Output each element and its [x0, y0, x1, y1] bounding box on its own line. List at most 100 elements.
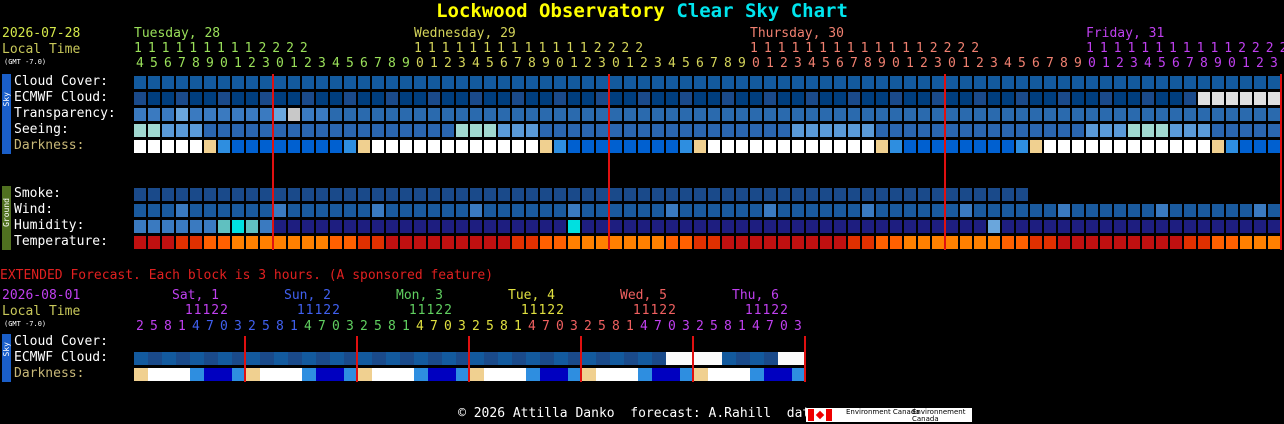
forecast-cell	[1128, 220, 1140, 233]
forecast-cell	[750, 204, 762, 217]
forecast-cell	[274, 108, 286, 121]
forecast-cell	[736, 92, 748, 105]
forecast-cell	[260, 236, 272, 249]
hour-digit: 3	[1130, 56, 1138, 71]
extended-cell	[498, 352, 512, 365]
extended-cell	[204, 352, 218, 365]
forecast-cell	[1100, 204, 1112, 217]
forecast-cell	[1212, 92, 1224, 105]
forecast-cell	[1240, 92, 1252, 105]
forecast-cell	[190, 236, 202, 249]
forecast-cell	[204, 124, 216, 137]
hour-digit: 8	[388, 56, 396, 71]
hour-digit: 5	[822, 56, 830, 71]
forecast-cell	[428, 108, 440, 121]
forecast-cell	[1198, 204, 1210, 217]
forecast-cell	[806, 236, 818, 249]
forecast-cell	[694, 236, 706, 249]
forecast-cell	[1142, 92, 1154, 105]
hour-digit: 1	[626, 56, 634, 71]
hour-digit: 0	[276, 56, 284, 71]
forecast-cell	[1058, 108, 1070, 121]
forecast-cell	[386, 140, 398, 153]
forecast-cell	[344, 236, 356, 249]
extended-midnight-line	[580, 336, 582, 382]
extended-cell	[764, 368, 778, 381]
forecast-cell	[638, 236, 650, 249]
forecast-cell	[946, 188, 958, 201]
forecast-cell	[876, 108, 888, 121]
extended-hour-tens: 11122	[288, 303, 341, 318]
forecast-cell	[666, 204, 678, 217]
forecast-cell	[190, 188, 202, 201]
environment-canada-logo[interactable]: Environment Canada Environnement Canada	[806, 408, 972, 423]
extended-hour-digit: 1	[626, 319, 634, 334]
forecast-cell	[288, 220, 300, 233]
forecast-cell	[1100, 124, 1112, 137]
extended-hour-digit: 5	[374, 319, 382, 334]
forecast-cell	[834, 76, 846, 89]
forecast-cell	[372, 108, 384, 121]
forecast-cell	[806, 220, 818, 233]
hour-digit: 0	[416, 56, 424, 71]
forecast-cell	[1198, 140, 1210, 153]
extended-hour-digit: 0	[444, 319, 452, 334]
forecast-cell	[1184, 124, 1196, 137]
forecast-cell	[162, 236, 174, 249]
extended-hour-digit: 7	[654, 319, 662, 334]
forecast-cell	[1114, 124, 1126, 137]
extended-hour-digit: 3	[794, 319, 802, 334]
forecast-cell	[470, 92, 482, 105]
forecast-cell	[820, 108, 832, 121]
forecast-cell	[316, 236, 328, 249]
forecast-cell	[218, 188, 230, 201]
hour-digit: 2	[780, 56, 788, 71]
forecast-cell	[876, 76, 888, 89]
forecast-cell	[512, 140, 524, 153]
extended-cell	[708, 352, 722, 365]
extended-cell	[162, 368, 176, 381]
forecast-cell	[792, 124, 804, 137]
forecast-cell	[862, 108, 874, 121]
forecast-cell	[274, 188, 286, 201]
forecast-cell	[316, 204, 328, 217]
forecast-cell	[960, 92, 972, 105]
forecast-cell	[904, 188, 916, 201]
hour-digit: 3	[990, 56, 998, 71]
forecast-cell	[652, 124, 664, 137]
forecast-cell	[330, 236, 342, 249]
hour-digit: 0	[752, 56, 760, 71]
forecast-cell	[358, 220, 370, 233]
forecast-cell	[134, 140, 146, 153]
forecast-cell	[1058, 124, 1070, 137]
forecast-cell	[512, 188, 524, 201]
forecast-cell	[288, 76, 300, 89]
extended-cell	[148, 368, 162, 381]
hour-digit: 2	[920, 56, 928, 71]
extended-hour-digit: 4	[640, 319, 648, 334]
forecast-cell	[1030, 124, 1042, 137]
forecast-cell	[1016, 108, 1028, 121]
forecast-cell	[526, 108, 538, 121]
hour-digit: 2	[584, 56, 592, 71]
extended-cell	[610, 368, 624, 381]
forecast-cell	[526, 220, 538, 233]
forecast-cell	[316, 108, 328, 121]
row-label: Temperature:	[14, 234, 108, 249]
forecast-cell	[960, 188, 972, 201]
forecast-cell	[1268, 204, 1280, 217]
forecast-cell	[652, 108, 664, 121]
forecast-cell	[680, 108, 692, 121]
forecast-cell	[1044, 220, 1056, 233]
hour-tens: 111111111112222	[1086, 41, 1284, 56]
forecast-cell	[624, 220, 636, 233]
extended-cell	[400, 352, 414, 365]
extended-cell	[414, 352, 428, 365]
forecast-cell	[708, 188, 720, 201]
forecast-cell	[904, 124, 916, 137]
forecast-cell	[554, 220, 566, 233]
forecast-cell	[1030, 92, 1042, 105]
forecast-cell	[1240, 220, 1252, 233]
hour-digit: 0	[220, 56, 228, 71]
extended-cell	[316, 352, 330, 365]
